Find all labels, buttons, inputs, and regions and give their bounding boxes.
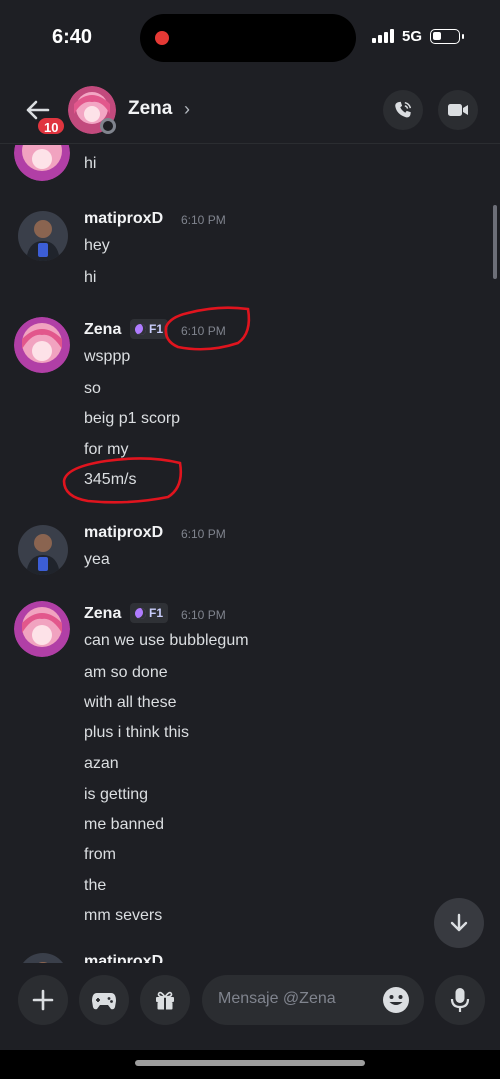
message-text: so xyxy=(84,380,101,397)
message-author[interactable]: Zena xyxy=(84,605,121,623)
plus-icon xyxy=(32,989,54,1011)
arrow-down-icon xyxy=(450,913,468,932)
message-text: yea xyxy=(84,551,110,568)
message-text: wsppp xyxy=(84,348,131,365)
home-indicator[interactable] xyxy=(135,1060,365,1066)
message-text: me banned xyxy=(84,816,165,833)
message-text: is getting xyxy=(84,786,149,803)
jump-to-present-button[interactable] xyxy=(434,898,484,948)
moon-icon xyxy=(135,607,146,619)
message-author[interactable]: matiproxD xyxy=(84,524,163,542)
message-author[interactable]: matiproxD xyxy=(84,210,163,228)
gift-button[interactable] xyxy=(140,975,190,1025)
message-timestamp: 6:10 PM xyxy=(181,608,226,622)
message-list[interactable]: hi matiproxD 6:10 PM hey hi Zena F1 6:10… xyxy=(0,145,500,963)
microphone-icon xyxy=(450,988,470,1012)
message-text: beig p1 scorp xyxy=(84,410,181,427)
unread-count-badge: 10 xyxy=(36,116,67,136)
attach-button[interactable] xyxy=(18,975,68,1025)
emoji-icon[interactable] xyxy=(382,986,410,1014)
message-author[interactable]: Zena xyxy=(84,321,121,339)
message-text: hi xyxy=(84,155,97,172)
contact-name[interactable]: Zena xyxy=(128,98,172,120)
message-text: hi xyxy=(84,269,97,286)
zena-avatar[interactable] xyxy=(14,317,70,373)
message-text: the xyxy=(84,877,107,894)
message-timestamp: 6:10 PM xyxy=(181,213,226,227)
voice-message-button[interactable] xyxy=(435,975,485,1025)
cellular-signal-icon xyxy=(372,29,394,43)
message-timestamp: 6:10 PM xyxy=(181,527,226,541)
message-text: hey xyxy=(84,237,110,254)
activities-button[interactable] xyxy=(79,975,129,1025)
message-text: from xyxy=(84,846,116,863)
zena-avatar[interactable] xyxy=(14,601,70,657)
zena-avatar[interactable] xyxy=(14,145,70,181)
scrollbar[interactable] xyxy=(493,205,497,279)
message-text: plus i think this xyxy=(84,724,189,741)
message-input[interactable]: Mensaje @Zena xyxy=(202,975,424,1025)
message-text: mm severs xyxy=(84,907,163,924)
clock: 6:40 xyxy=(52,26,93,48)
message-input-placeholder: Mensaje @Zena xyxy=(218,990,336,1007)
video-camera-icon xyxy=(448,104,468,116)
dynamic-island xyxy=(140,14,356,62)
network-type: 5G xyxy=(402,28,423,45)
server-tag-badge[interactable]: F1 xyxy=(130,603,169,623)
matiproxd-avatar[interactable] xyxy=(18,525,68,575)
offline-status-icon xyxy=(100,118,116,134)
chevron-right-icon[interactable]: › xyxy=(184,99,190,120)
chat-header: 10 Zena › xyxy=(0,78,500,144)
status-bar: 6:40 5G xyxy=(0,0,500,72)
message-composer: Mensaje @Zena xyxy=(0,963,500,1045)
gamepad-icon xyxy=(92,993,116,1010)
message-author[interactable]: matiproxD xyxy=(84,953,163,963)
battery-icon xyxy=(430,29,464,44)
chat-screen: 6:40 5G 10 Zena › hi matiproxD 6:10 PM h… xyxy=(0,0,500,1079)
annotation-circle-speed xyxy=(62,457,183,504)
moon-icon xyxy=(135,323,146,335)
phone-icon xyxy=(395,101,412,118)
matiproxd-avatar[interactable] xyxy=(18,953,68,963)
video-call-button[interactable] xyxy=(438,90,478,130)
message-text: azan xyxy=(84,755,119,772)
message-text: with all these xyxy=(84,694,177,711)
voice-call-button[interactable] xyxy=(383,90,423,130)
gift-icon xyxy=(156,991,174,1010)
annotation-circle-timestamp xyxy=(164,306,251,351)
message-text: am so done xyxy=(84,664,168,681)
matiproxd-avatar[interactable] xyxy=(18,211,68,261)
message-text: can we use bubblegum xyxy=(84,632,249,649)
recording-indicator-icon xyxy=(155,31,169,45)
